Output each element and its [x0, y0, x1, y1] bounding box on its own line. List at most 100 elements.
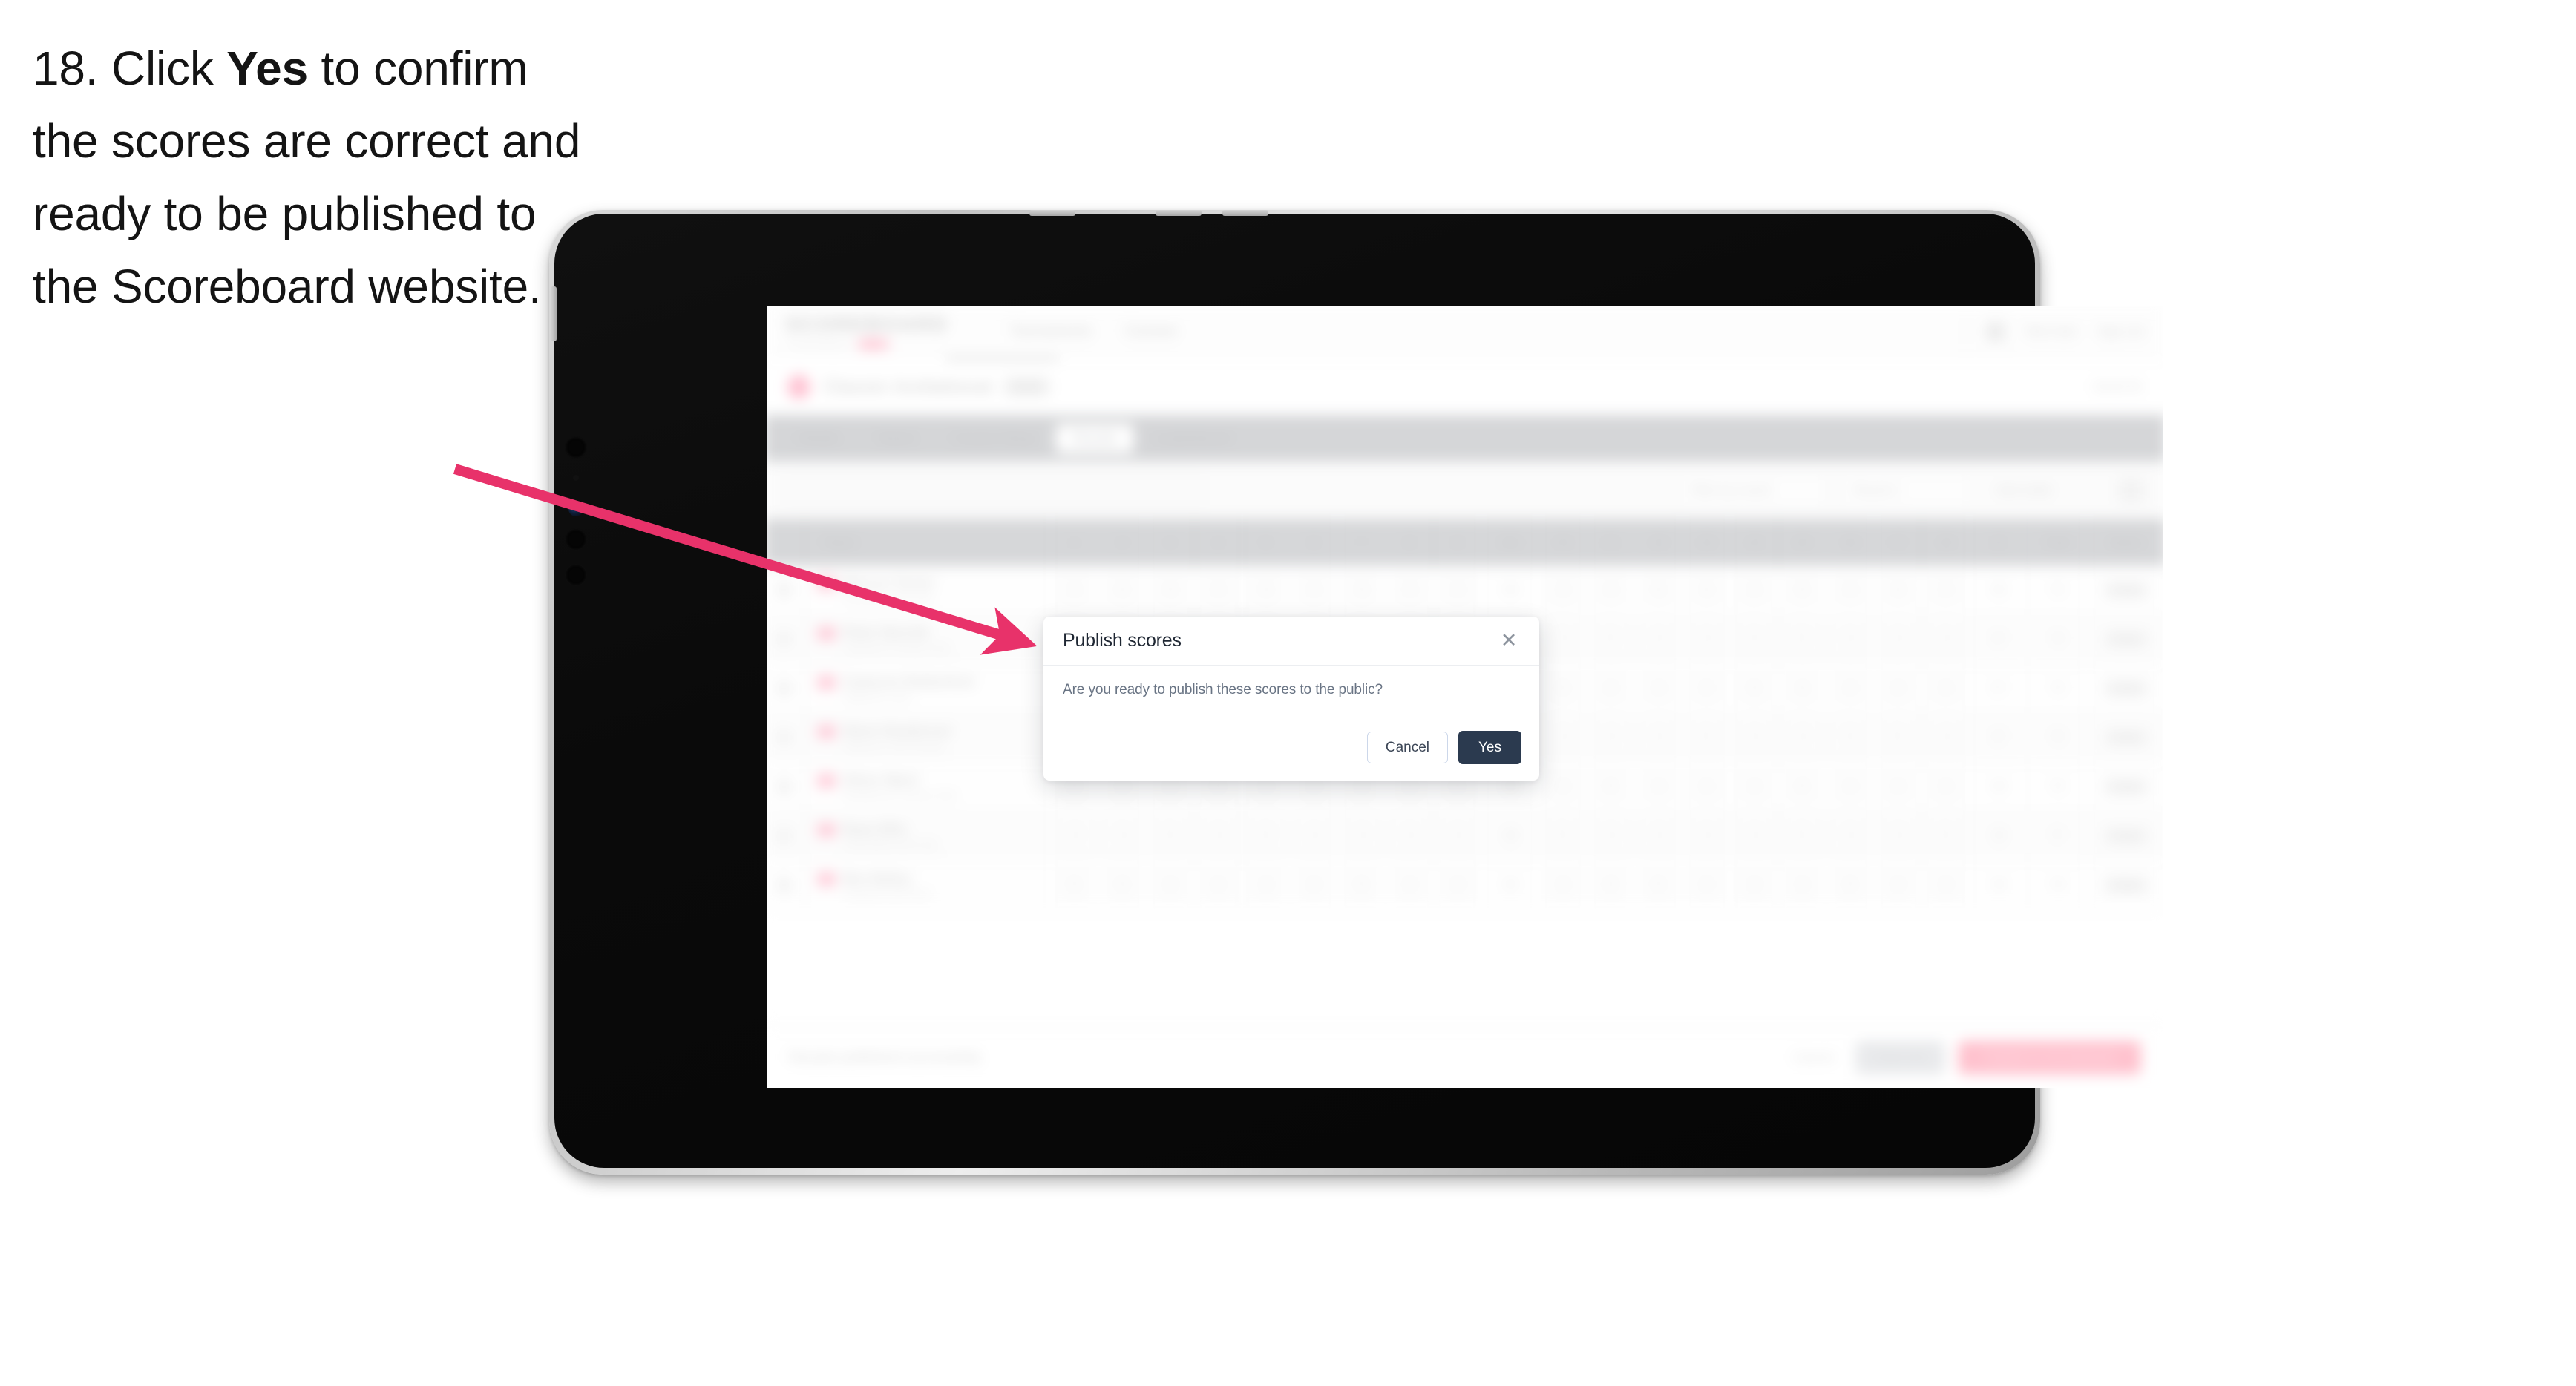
score-cell-14[interactable]: 4 [1730, 762, 1779, 812]
filter-round-value[interactable]: Round 1 [1838, 473, 1971, 507]
score-cell-14[interactable]: 3 [1730, 614, 1779, 664]
score-cell-11[interactable]: 5 [1587, 860, 1636, 910]
score-cell-2[interactable]: 5 [1098, 860, 1147, 910]
score-cell-6[interactable]: 4 [1290, 565, 1339, 615]
score-cell-15[interactable]: 4 [1778, 713, 1827, 763]
brand-logo[interactable]: SCOREBOARD TOURNAMENT BETA [786, 313, 980, 350]
score-cell-10[interactable]: 4 [1538, 614, 1587, 664]
score-cell-13[interactable]: 4 [1682, 762, 1731, 812]
score-cell-16[interactable]: 4 [1826, 565, 1875, 615]
score-cell-11[interactable]: 5 [1587, 614, 1636, 664]
score-cell-12[interactable]: 5 [1634, 860, 1683, 910]
score-cell-12[interactable]: 4 [1634, 713, 1683, 763]
volume-extra-button[interactable] [1222, 210, 1268, 216]
save-all-button[interactable]: Save all [1855, 1040, 1945, 1075]
tab-leaderboard[interactable]: Leaderboard [1138, 424, 1247, 453]
score-cell-17[interactable]: 4 [1874, 860, 1923, 910]
close-icon[interactable]: ✕ [1498, 630, 1520, 652]
score-cell-14[interactable]: 4 [1730, 713, 1779, 763]
row-checkbox[interactable] [776, 779, 792, 795]
score-cell-12[interactable]: 4 [1634, 762, 1683, 812]
score-cell-16[interactable]: 4 [1826, 614, 1875, 664]
score-cell-8[interactable]: 4 [1386, 811, 1435, 861]
score-cell-5[interactable]: 4 [1242, 860, 1291, 910]
score-cell-1[interactable]: 4 [1050, 565, 1099, 615]
score-cell-17[interactable]: 4 [1874, 663, 1923, 714]
nav-item-tournaments[interactable]: Tournaments [1010, 323, 1092, 339]
score-cell-13[interactable]: 3 [1682, 565, 1731, 615]
score-cell-5[interactable]: 5 [1242, 811, 1291, 861]
score-cell-16[interactable]: 4 [1826, 762, 1875, 812]
score-cell-13[interactable]: 4 [1682, 663, 1731, 714]
table-row[interactable]: Ryan Ellis Greenfield Golf Club 4 4 5 4 5 4 4 4 4 3… [767, 811, 2163, 861]
score-cell-18[interactable]: 4 [1921, 762, 1970, 812]
score-cell-3[interactable]: 3 [1146, 565, 1195, 615]
score-cell-7[interactable]: 4 [1337, 811, 1386, 861]
score-cell-11[interactable]: 4 [1587, 713, 1636, 763]
score-cell-2[interactable]: 4 [1098, 811, 1147, 861]
score-cell-10[interactable]: 5 [1538, 663, 1587, 714]
score-cell-17[interactable]: 4 [1874, 762, 1923, 812]
score-cell-15[interactable]: 3 [1778, 663, 1827, 714]
search-input[interactable] [786, 474, 1205, 506]
score-cell-8[interactable]: 4 [1386, 860, 1435, 910]
header-player[interactable]: Player [804, 519, 1052, 566]
score-cell-12[interactable]: 4 [1634, 811, 1683, 861]
score-cell-9[interactable]: 4 [1433, 860, 1482, 910]
user-avatar-icon[interactable] [1985, 321, 2005, 341]
score-cell-14[interactable]: 5 [1730, 663, 1779, 714]
score-cell-16[interactable]: 4 [1826, 663, 1875, 714]
volume-down-button[interactable] [1156, 210, 1202, 216]
score-cell-11[interactable]: 5 [1587, 762, 1636, 812]
score-cell-11[interactable]: 4 [1587, 663, 1636, 714]
row-checkbox[interactable] [776, 828, 792, 844]
score-cell-8[interactable]: 4 [1386, 565, 1435, 615]
row-checkbox[interactable] [776, 730, 792, 746]
score-cell-18[interactable]: 4 [1921, 713, 1970, 763]
score-cell-10[interactable]: 4 [1538, 713, 1587, 763]
score-cell-7[interactable]: 5 [1337, 860, 1386, 910]
tab-details[interactable]: Details [781, 424, 855, 453]
score-cell-14[interactable]: 4 [1730, 565, 1779, 615]
score-cell-12[interactable]: 4 [1634, 663, 1683, 714]
score-cell-18[interactable]: 4 [1921, 860, 1970, 910]
score-cell-3[interactable]: 5 [1146, 811, 1195, 861]
score-cell-15[interactable]: 5 [1778, 762, 1827, 812]
score-cell-10[interactable]: 5 [1538, 811, 1587, 861]
row-checkbox[interactable] [776, 877, 792, 893]
row-checkbox[interactable] [776, 582, 792, 598]
score-cell-15[interactable]: 4 [1778, 860, 1827, 910]
score-cell-16[interactable]: 4 [1826, 811, 1875, 861]
score-cell-17[interactable]: 4 [1874, 811, 1923, 861]
score-cell-16[interactable]: 3 [1826, 713, 1875, 763]
score-cell-18[interactable]: 4 [1921, 565, 1970, 615]
score-cell-6[interactable]: 4 [1290, 811, 1339, 861]
table-row[interactable]: Ben Bailey Parkland Golf Club 5 5 4 4 4 4 5 4 4 39 4… [767, 860, 2163, 910]
score-cell-13[interactable]: 4 [1682, 614, 1731, 664]
row-checkbox[interactable] [776, 680, 792, 696]
score-cell-6[interactable]: 4 [1290, 860, 1339, 910]
score-cell-12[interactable]: 4 [1634, 614, 1683, 664]
score-cell-15[interactable]: 5 [1778, 565, 1827, 615]
score-cell-10[interactable]: 4 [1538, 860, 1587, 910]
power-button[interactable] [551, 286, 557, 341]
score-cell-11[interactable]: 4 [1587, 565, 1636, 615]
score-cell-10[interactable]: 4 [1538, 762, 1587, 812]
score-cell-7[interactable]: 3 [1337, 565, 1386, 615]
nav-item-courses[interactable]: Courses [1124, 323, 1177, 339]
filter-round-select[interactable]: Filter by round [1675, 473, 1826, 507]
score-cell-17[interactable]: 4 [1874, 614, 1923, 664]
yes-button[interactable]: Yes [1458, 731, 1521, 764]
score-cell-5[interactable]: 5 [1242, 565, 1291, 615]
score-cell-18[interactable]: 5 [1921, 811, 1970, 861]
score-cell-2[interactable]: 5 [1098, 565, 1147, 615]
score-cell-13[interactable]: 4 [1682, 860, 1731, 910]
score-cell-12[interactable]: 5 [1634, 565, 1683, 615]
score-cell-15[interactable]: 5 [1778, 614, 1827, 664]
score-cell-14[interactable]: 4 [1730, 811, 1779, 861]
score-cell-9[interactable]: 4 [1433, 565, 1482, 615]
score-cell-3[interactable]: 4 [1146, 860, 1195, 910]
table-row[interactable]: Marcus Turner Riverside Golf Club 4 5 3 4 5 4 3 4… [767, 565, 2163, 615]
score-cell-13[interactable]: 4 [1682, 811, 1731, 861]
score-cell-15[interactable]: 5 [1778, 811, 1827, 861]
